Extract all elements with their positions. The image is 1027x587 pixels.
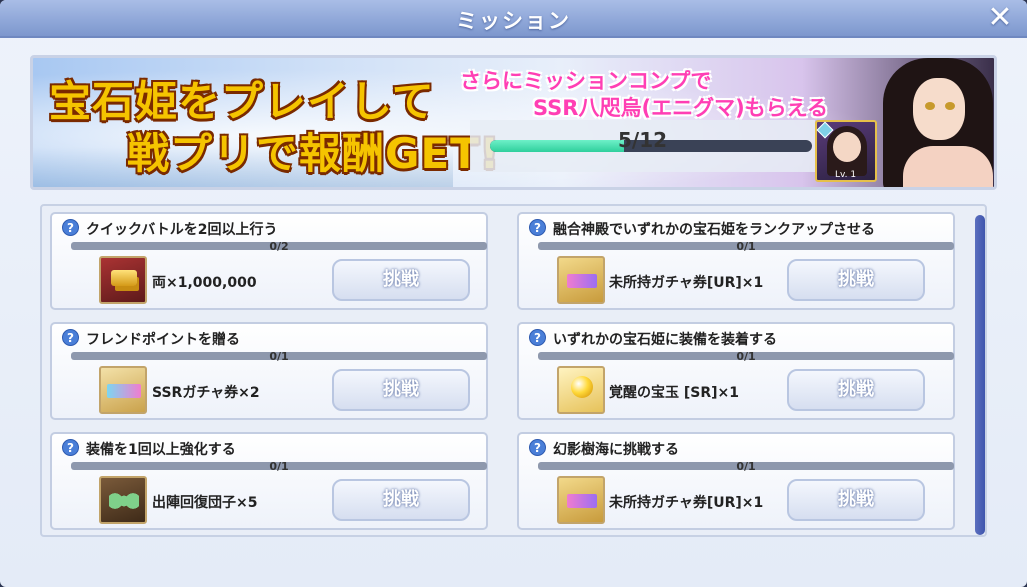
ur-ticket-icon [557,476,605,524]
close-icon[interactable]: ✕ [985,3,1015,33]
scrollbar-thumb[interactable] [975,215,985,535]
mission-progress-count: 0/1 [736,460,756,473]
completion-progress: 5/12 [470,120,815,172]
mission-title: フレンドポイントを贈る [86,332,240,348]
reward-label: 両×1,000,000 [152,275,257,291]
mission-title: クイックバトルを2回以上行う [86,222,278,238]
reward-label: 未所持ガチャ券[UR]×1 [609,495,764,511]
help-icon[interactable]: ? [62,329,79,346]
challenge-button[interactable]: 挑戦 [332,479,470,521]
heroine-face [913,78,965,140]
help-icon[interactable]: ? [62,219,79,236]
mission-window: ミッション ✕ 宝石姫をプレイして 戦プリで報酬GET! さらにミッションコンプ… [0,0,1027,587]
mission-title: 幻影樹海に挑戦する [553,442,679,458]
help-icon[interactable]: ? [529,439,546,456]
challenge-button[interactable]: 挑戦 [332,259,470,301]
mission-title: いずれかの宝石姫に装備を装着する [553,332,777,348]
reward-label: SSRガチャ券×2 [152,385,260,401]
banner-promo-line1: さらにミッションコンプで [460,69,712,93]
help-icon[interactable]: ? [529,219,546,236]
awakening-orb-icon [557,366,605,414]
title-bar: ミッション ✕ [0,0,1027,38]
heroine-illustration [873,58,994,187]
heroine-body [903,146,993,187]
help-icon[interactable]: ? [62,439,79,456]
mission-progress-count: 0/1 [736,240,756,253]
reward-label: 未所持ガチャ券[UR]×1 [609,275,764,291]
mission-card: ? フレンドポイントを贈る 0/1 SSRガチャ券×2 挑戦 [50,322,488,420]
ssr-ticket-icon [99,366,147,414]
dango-icon [99,476,147,524]
banner-headline-line2: 戦プリで報酬GET! [127,129,500,178]
ur-ticket-icon [557,256,605,304]
challenge-button[interactable]: 挑戦 [787,479,925,521]
challenge-button[interactable]: 挑戦 [787,259,925,301]
mission-progress-count: 0/1 [736,350,756,363]
challenge-button[interactable]: 挑戦 [787,369,925,411]
banner-promo-line2: SSR八咫烏(エニグマ)もらえる [533,96,829,120]
window-title: ミッション [456,9,571,33]
mission-progress-count: 0/1 [269,460,289,473]
mission-title: 融合神殿でいずれかの宝石姫をランクアップさせる [553,222,875,238]
portrait-face [833,132,861,162]
heroine-eye [925,102,935,110]
reward-label: 覚醒の宝玉 [SR]×1 [609,385,740,401]
reward-character-portrait[interactable]: Lv. 1 [815,120,877,182]
mission-card: ? いずれかの宝石姫に装備を装着する 0/1 覚醒の宝玉 [SR]×1 挑戦 [517,322,955,420]
heroine-eye [945,102,955,110]
help-icon[interactable]: ? [529,329,546,346]
mission-card: ? 融合神殿でいずれかの宝石姫をランクアップさせる 0/1 未所持ガチャ券[UR… [517,212,955,310]
mission-progress-count: 0/2 [269,240,289,253]
portrait-level: Lv. 1 [835,170,857,180]
promo-banner: 宝石姫をプレイして 戦プリで報酬GET! さらにミッションコンプで SSR八咫烏… [30,55,997,190]
challenge-button[interactable]: 挑戦 [332,369,470,411]
mission-card: ? 装備を1回以上強化する 0/1 出陣回復団子×5 挑戦 [50,432,488,530]
progress-count: 5/12 [617,128,668,152]
mission-card: ? 幻影樹海に挑戦する 0/1 未所持ガチャ券[UR]×1 挑戦 [517,432,955,530]
gold-bars-icon [99,256,147,304]
mission-progress-count: 0/1 [269,350,289,363]
mission-title: 装備を1回以上強化する [86,442,236,458]
mission-card: ? クイックバトルを2回以上行う 0/2 両×1,000,000 挑戦 [50,212,488,310]
reward-label: 出陣回復団子×5 [152,495,258,511]
